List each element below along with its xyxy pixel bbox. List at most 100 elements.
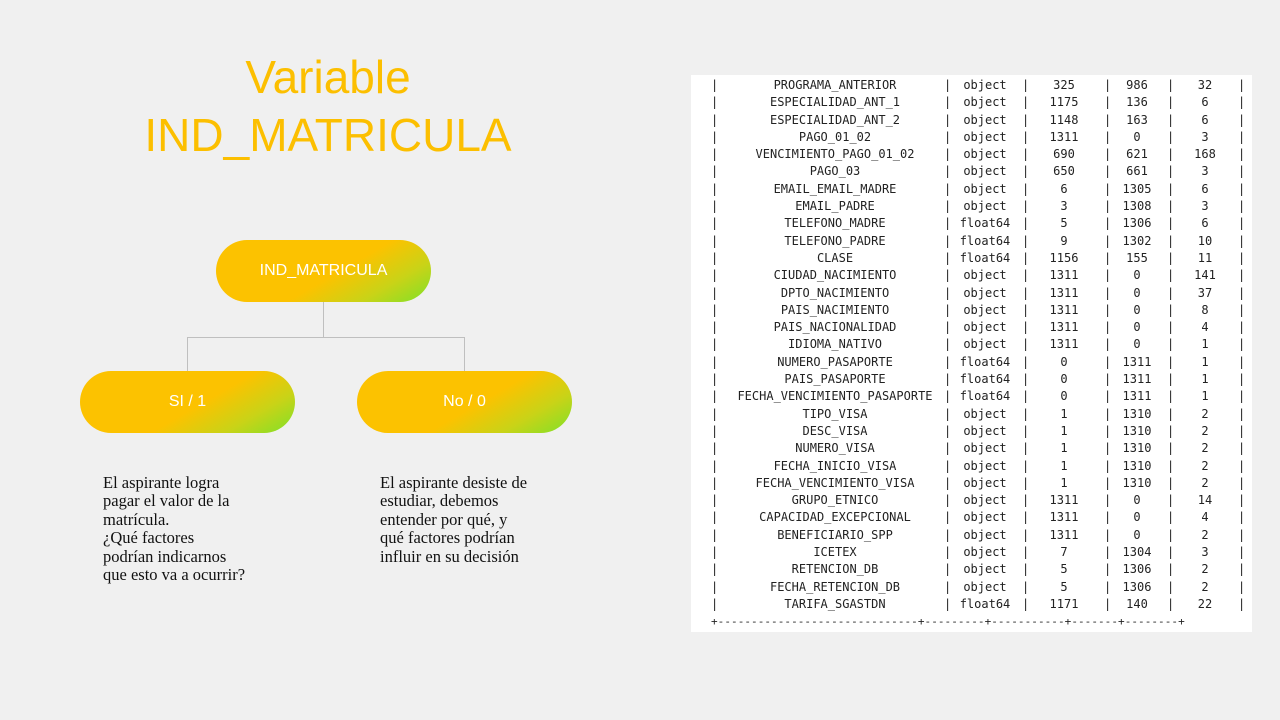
column-separator: | — [711, 579, 719, 594]
variable-name-cell: PAGO_03 — [809, 164, 861, 179]
column-separator: | — [711, 164, 719, 179]
table-row: | | | | | | EMAIL_PADRE object 3 1308 3 — [691, 198, 1252, 215]
table-row: | | | | | | EMAIL_EMAIL_MADRE object 6 1305 6 — [691, 181, 1252, 198]
count-cell: 1 — [1060, 423, 1068, 438]
dtype-cell: object — [963, 285, 1007, 300]
table-row: | | | | | | RETENCION_DB object 5 1306 2 — [691, 561, 1252, 578]
count-cell: 0 — [1060, 372, 1068, 387]
missing-cell: 0 — [1133, 337, 1141, 352]
unique-cell: 2 — [1201, 441, 1209, 456]
no-description-line: entender por qué, y — [380, 509, 508, 529]
dtype-cell: object — [963, 164, 1007, 179]
no-description-line: qué factores podrían — [380, 528, 515, 548]
column-separator: | — [711, 406, 719, 421]
dtype-cell: float64 — [959, 233, 1011, 248]
column-separator: | — [711, 441, 719, 456]
variable-name-cell: EMAIL_EMAIL_MADRE — [773, 181, 897, 196]
dtype-cell: object — [963, 475, 1007, 490]
count-cell: 1148 — [1049, 112, 1079, 127]
missing-cell: 1306 — [1122, 216, 1152, 231]
count-cell: 1311 — [1049, 493, 1079, 508]
yes-description-line: ¿Qué factores — [103, 528, 195, 548]
column-separator: | — [711, 458, 719, 473]
count-cell: 1311 — [1049, 320, 1079, 335]
column-separator: | — [711, 199, 719, 214]
no-description-line: estudiar, debemos — [380, 491, 499, 511]
table-row: | | | | | | VENCIMIENTO_PAGO_01_02 object 690 621… — [691, 146, 1252, 163]
variable-name-cell: IDIOMA_NATIVO — [788, 337, 882, 352]
dtype-cell: object — [963, 112, 1007, 127]
dtype-cell: object — [963, 493, 1007, 508]
table-row: | | | | | | GRUPO_ETNICO object 1311 0 14 — [691, 492, 1252, 509]
unique-cell: 3 — [1201, 164, 1209, 179]
column-separator: | — [711, 233, 719, 248]
table-row: | | | | | | PROGRAMA_ANTERIOR object 325 986 32 — [691, 77, 1252, 94]
yes-description: El aspirante logra pagar el valor de la … — [103, 473, 246, 585]
table-row: | | | | | | ICETEX object 7 1304 3 — [691, 544, 1252, 561]
dtype-cell: float64 — [959, 250, 1011, 265]
count-cell: 3 — [1060, 199, 1068, 214]
dtype-cell: float64 — [959, 389, 1011, 404]
unique-cell: 2 — [1201, 475, 1209, 490]
variable-name-cell: DPTO_NACIMIENTO — [780, 285, 890, 300]
variable-name-cell: NUMERO_PASAPORTE — [777, 354, 893, 369]
count-cell: 1171 — [1049, 596, 1079, 611]
table-row: | | | | | | FECHA_VENCIMIENTO_PASAPORTE float64… — [691, 388, 1252, 405]
column-separator: | — [711, 372, 719, 387]
missing-cell: 0 — [1133, 493, 1141, 508]
count-cell: 1311 — [1049, 268, 1079, 283]
tree-no-node: No / 0 — [357, 371, 572, 433]
count-cell: 5 — [1060, 562, 1068, 577]
tree-root-node: IND_MATRICULA — [216, 240, 431, 302]
count-cell: 1175 — [1049, 95, 1079, 110]
column-separator: | — [711, 596, 719, 611]
variable-name-cell: CIUDAD_NACIMIENTO — [773, 268, 897, 283]
column-separator: | — [711, 562, 719, 577]
column-separator: | — [711, 129, 719, 144]
dtype-cell: object — [963, 302, 1007, 317]
tree-yes-label: SI / 1 — [168, 393, 207, 410]
count-cell: 650 — [1053, 164, 1075, 179]
table-row: | | | | | | PAGO_01_02 object 1311 0 3 — [691, 129, 1252, 146]
table-row: | | | | | | CLASE float64 1156 155 11 — [691, 250, 1252, 267]
yes-description-line: podrían indicarnos — [103, 546, 227, 566]
count-cell: 6 — [1060, 181, 1068, 196]
column-separator: | — [711, 510, 719, 525]
unique-cell: 3 — [1201, 545, 1209, 560]
variable-name-cell: ESPECIALIDAD_ANT_1 — [769, 95, 901, 110]
column-separator: | — [711, 95, 719, 110]
missing-cell: 1306 — [1122, 579, 1152, 594]
dtype-cell: object — [963, 320, 1007, 335]
column-separator: | — [711, 475, 719, 490]
variable-name-cell: FECHA_VENCIMIENTO_VISA — [755, 475, 915, 490]
variable-name-cell: NUMERO_VISA — [795, 441, 875, 456]
unique-cell: 3 — [1201, 199, 1209, 214]
column-separator: | — [711, 268, 719, 283]
variable-name-cell: TARIFA_SGASTDN — [784, 596, 886, 611]
missing-cell: 1306 — [1122, 562, 1152, 577]
table-row: | | | | | | DPTO_NACIMIENTO object 1311 0 37 — [691, 285, 1252, 302]
table-row: | | | | | | DESC_VISA object 1 1310 2 — [691, 423, 1252, 440]
yes-description-line: El aspirante logra — [103, 473, 220, 492]
dtype-cell: object — [963, 441, 1007, 456]
count-cell: 1311 — [1049, 285, 1079, 300]
variable-name-cell: PAIS_NACIONALIDAD — [773, 320, 897, 335]
table-row: | | | | | | TARIFA_SGASTDN float64 1171 140 22 — [691, 596, 1252, 613]
variable-name-cell: PAGO_01_02 — [798, 129, 872, 144]
variable-name-cell: TELEFONO_PADRE — [784, 233, 886, 248]
unique-cell: 4 — [1201, 320, 1209, 335]
column-separator: | — [711, 320, 719, 335]
column-separator: | — [711, 78, 719, 92]
missing-cell: 661 — [1126, 164, 1148, 179]
table-row: | | | | | | TIPO_VISA object 1 1310 2 — [691, 406, 1252, 423]
unique-cell: 168 — [1194, 147, 1216, 162]
missing-cell: 621 — [1126, 147, 1148, 162]
count-cell: 1 — [1060, 458, 1068, 473]
dtype-cell: float64 — [959, 354, 1011, 369]
missing-cell: 1302 — [1122, 233, 1152, 248]
table-row: | | | | | | FECHA_RETENCION_DB object 5 1306 2 — [691, 579, 1252, 596]
yes-description-line: que esto va a ocurrir? — [103, 565, 246, 585]
table-row: | | | | | | NUMERO_VISA object 1 1310 2 — [691, 440, 1252, 457]
variable-name-cell: GRUPO_ETNICO — [791, 493, 879, 508]
missing-cell: 1305 — [1122, 181, 1152, 196]
